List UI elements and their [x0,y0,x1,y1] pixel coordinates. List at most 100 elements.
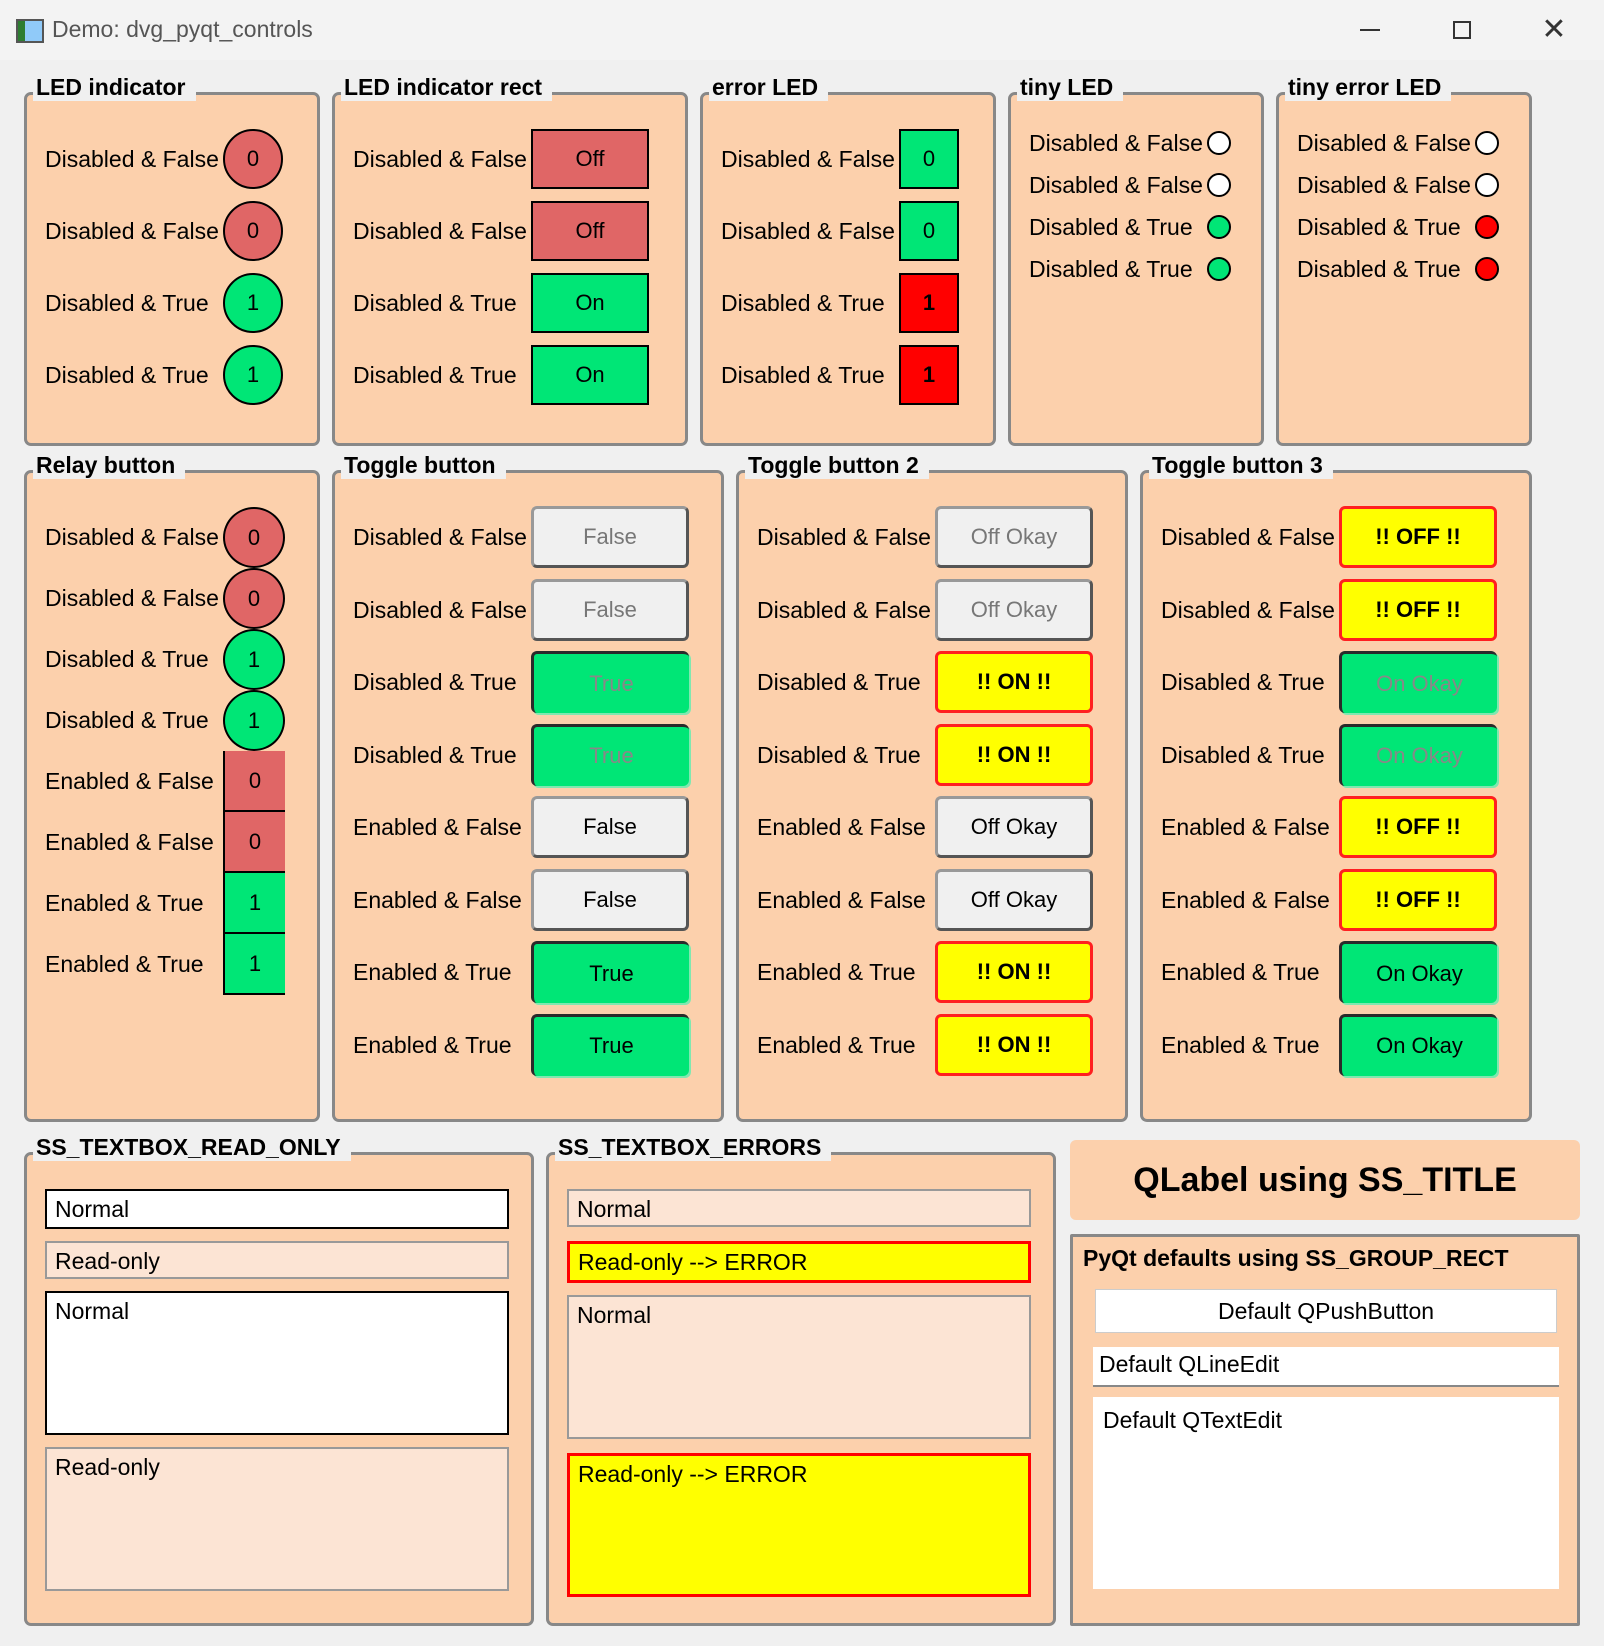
row-label: Disabled & False [45,585,219,611]
toggle-button: False [531,578,689,641]
toggle-button[interactable]: !! ON !! [935,941,1093,1003]
row-label: Disabled & False [353,146,527,172]
window-title: Demo: dvg_pyqt_controls [52,16,313,42]
relay-button[interactable]: 1 [223,934,285,995]
toggle-button[interactable]: False [531,796,689,858]
group-tiny-led: tiny LED Disabled & False Disabled & Fals… [1008,73,1264,446]
tiny-error-led-icon [1475,215,1499,239]
row-label: Disabled & False [1161,596,1335,623]
row-label: Disabled & True [1029,256,1193,282]
minimize-icon [1360,29,1380,31]
text-edit-normal: Normal [567,1295,1031,1439]
tiny-led-icon [1207,215,1231,239]
row-label: Disabled & False [353,596,527,623]
toggle-button[interactable]: False [531,868,689,931]
row-label: Enabled & True [1161,1031,1320,1058]
row-label: Enabled & False [45,768,214,794]
group-title: error LED [709,73,829,101]
group-title: PyQt defaults using SS_GROUP_RECT [1083,1245,1509,1271]
led-indicator-rect: On [531,273,649,333]
relay-button[interactable]: 1 [223,873,285,934]
row-label: Enabled & False [353,886,522,913]
row-label: Disabled & False [757,524,931,550]
toggle-button: !! OFF !! [1339,506,1497,568]
toggle-button: Off Okay [935,506,1093,568]
group-textbox-errors: SS_TEXTBOX_ERRORS Normal Read-only --> E… [546,1133,1056,1626]
line-edit-normal[interactable]: Normal [45,1189,509,1229]
error-led: 0 [899,201,959,261]
toggle-button: True [531,723,689,786]
relay-button: 0 [223,568,285,629]
led-indicator-rect: Off [531,201,649,261]
toggle-button[interactable]: On Okay [1339,941,1497,1003]
group-title: tiny error LED [1285,73,1452,101]
group-title: LED indicator [33,73,196,101]
led-indicator: 1 [223,273,283,333]
relay-button[interactable]: 0 [223,751,285,812]
row-label: Disabled & True [353,362,517,388]
default-text-edit[interactable]: Default QTextEdit [1093,1397,1559,1589]
row-label: Enabled & False [1161,814,1330,840]
toggle-button: Off Okay [935,578,1093,641]
error-led: 1 [899,273,959,333]
row-label: Enabled & True [757,1031,916,1058]
close-icon: ✕ [1541,12,1567,47]
row-label: Disabled & False [721,218,895,244]
tiny-led-icon [1207,173,1231,197]
row-label: Disabled & True [1161,669,1325,695]
row-label: Disabled & False [721,146,895,172]
group-error-led: error LED Disabled & False Disabled & Fal… [700,73,996,446]
toggle-button[interactable]: !! ON !! [935,1013,1093,1076]
close-button[interactable]: ✕ [1524,12,1584,48]
row-label: Disabled & True [1297,214,1461,240]
row-label: Disabled & True [1297,256,1461,282]
toggle-button[interactable]: Off Okay [935,796,1093,858]
default-line-edit[interactable]: Default QLineEdit [1093,1347,1559,1387]
group-tiny-error-led: tiny error LED Disabled & False Disabled … [1276,73,1532,446]
app-icon [16,19,44,43]
line-edit-error: Read-only --> ERROR [567,1241,1031,1283]
row-label: Disabled & False [353,524,527,550]
toggle-button: On Okay [1339,651,1497,713]
error-led: 1 [899,345,959,405]
error-led: 0 [899,129,959,189]
row-label: Disabled & False [45,218,219,244]
line-edit-normal: Normal [567,1189,1031,1227]
toggle-button[interactable]: On Okay [1339,1013,1497,1076]
row-label: Disabled & True [353,290,517,316]
relay-button[interactable]: 0 [223,812,285,873]
row-label: Disabled & True [45,290,209,316]
led-indicator-rect: On [531,345,649,405]
toggle-button[interactable]: !! OFF !! [1339,796,1497,858]
group-title: Toggle button 3 [1149,451,1333,479]
default-push-button[interactable]: Default QPushButton [1095,1289,1557,1333]
row-label: Enabled & True [757,959,916,985]
toggle-button[interactable]: True [531,941,689,1003]
minimize-button[interactable] [1340,12,1400,48]
relay-button: 0 [223,507,285,568]
row-label: Disabled & False [45,524,219,550]
row-label: Disabled & False [1297,172,1471,198]
group-relay-button: Relay button Disabled & False Disabled & … [24,451,320,1122]
row-label: Enabled & False [757,814,926,840]
row-label: Disabled & True [757,669,921,695]
row-label: Disabled & False [1297,130,1471,156]
group-pyqt-defaults: PyQt defaults using SS_GROUP_RECT Defaul… [1070,1234,1580,1626]
tiny-error-led-icon [1475,257,1499,281]
toggle-button[interactable]: Off Okay [935,868,1093,931]
row-label: Enabled & False [757,886,926,913]
maximize-button[interactable] [1432,12,1492,48]
group-title: LED indicator rect [341,73,553,101]
row-label: Disabled & False [1029,172,1203,198]
row-label: Enabled & True [45,951,204,977]
toggle-button[interactable]: !! OFF !! [1339,868,1497,931]
row-label: Enabled & True [353,1031,512,1058]
tiny-error-led-icon [1475,173,1499,197]
toggle-button: !! ON !! [935,651,1093,713]
toggle-button[interactable]: True [531,1013,689,1076]
group-toggle-button-3: Toggle button 3 Disabled & False Disabled… [1140,451,1532,1122]
text-edit-normal[interactable]: Normal [45,1291,509,1435]
row-label: Enabled & False [45,829,214,855]
row-label: Disabled & True [1029,214,1193,240]
group-toggle-button-2: Toggle button 2 Disabled & False Disabled… [736,451,1128,1122]
